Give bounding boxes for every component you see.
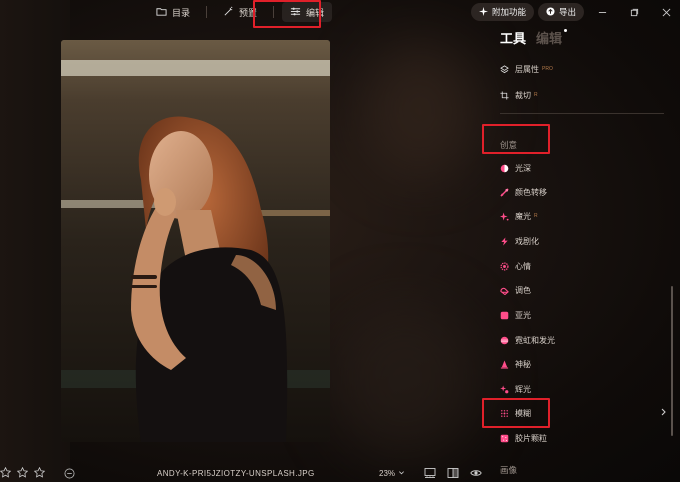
compare-icon[interactable] [447,467,459,479]
tool-blur[interactable]: 模糊 [500,404,670,422]
panel-divider [500,113,664,114]
tool-label: 胶片颗粒 [515,433,547,443]
reject-icon[interactable] [64,468,75,479]
tool-label: 颜色转移 [515,187,547,197]
tool-toning[interactable]: 调色 [500,281,670,299]
neon-glow-icon [500,336,509,345]
light-depth-icon [500,164,509,173]
tool-glow[interactable]: 辉光 [500,380,670,398]
film-grain-icon [500,434,509,443]
export-label: 导出 [558,7,576,17]
magic-wand-icon [223,6,234,19]
nav-catalog-label: 目录 [172,7,191,18]
tab-tools[interactable]: 工具 [500,28,526,47]
panel-tabs: 工具 编辑 [500,28,568,47]
layers-icon [500,64,509,74]
toning-icon [500,286,509,295]
tool-mystical[interactable]: 神秘 [500,355,670,373]
nav-catalog[interactable]: 目录 [148,2,198,22]
nav-presets[interactable]: 预置 [215,2,265,22]
nav-edit[interactable]: 编辑 [282,2,333,22]
tool-label: 调色 [515,285,531,295]
tool-label: 亚光 [515,310,531,320]
glow-icon [500,384,509,394]
addons-label: 附加功能 [491,7,526,17]
folder-icon [156,6,167,19]
addons-button[interactable]: 附加功能 [470,3,534,21]
chevron-right-icon[interactable] [659,407,668,417]
sliders-icon [290,6,301,19]
eye-icon[interactable] [470,467,482,479]
filmstrip-icon[interactable] [424,467,436,479]
tool-label: 裁切 [515,90,531,100]
crop-icon [500,90,509,100]
background-left [0,0,70,482]
rating-stars [0,467,45,478]
tool-label: 神秘 [515,359,531,369]
tool-film-grain[interactable]: 胶片颗粒 [500,429,670,447]
nav-divider [273,6,275,18]
minimize-button[interactable] [588,1,616,23]
restore-button[interactable] [620,1,648,23]
pro-badge: PRO [542,66,553,72]
star-icon[interactable] [34,467,45,478]
background-blur [360,40,480,180]
tool-crop[interactable]: 裁切 R [500,86,670,104]
section-creative-title[interactable]: 创意 [500,139,517,151]
magic-light-icon [500,211,509,221]
restore-icon [630,8,638,16]
tool-neon-glow[interactable]: 霓虹和发光 [500,331,670,349]
tool-label: 戏剧化 [515,236,539,246]
tool-label: 辉光 [515,384,531,394]
bottom-bar: ANDY-K-PRI5JZIOTZY-UNSPLASH.JPG 23% [0,464,680,482]
tool-label: 层属性 [515,64,539,74]
shortcut-badge: R [534,213,538,219]
color-transfer-icon [500,187,509,197]
photo-preview[interactable] [61,40,330,442]
tool-layer-properties[interactable]: 层属性 PRO [500,60,670,78]
matte-icon [500,311,509,320]
tool-label: 心情 [515,261,531,271]
zoom-value: 23% [379,469,396,478]
close-button[interactable] [652,1,680,23]
star-icon[interactable] [17,467,28,478]
portrait-image [61,40,330,442]
export-button[interactable]: 导出 [537,3,584,21]
tool-matte[interactable]: 亚光 [500,306,670,324]
shortcut-badge: R [534,92,538,98]
star-icon[interactable] [0,467,11,478]
tab-edit-label: 编辑 [536,31,563,46]
nav-presets-label: 预置 [239,7,258,18]
chevron-down-icon [399,471,405,475]
main-nav: 目录 预置 编辑 [148,0,333,24]
tool-dramatic[interactable]: 戏剧化 [500,232,670,250]
sparkle-icon [478,6,488,18]
tool-light-depth[interactable]: 光深 [500,159,670,177]
blur-icon [500,409,509,418]
tool-label: 魔光 [515,211,531,221]
tool-magic-light[interactable]: 魔光 R [500,207,670,225]
tool-label: 模糊 [515,408,531,418]
tool-color-transfer[interactable]: 颜色转移 [500,183,670,201]
tool-mood[interactable]: 心情 [500,257,670,275]
nav-divider [206,6,208,18]
mood-icon [500,261,509,271]
notification-dot [564,29,568,32]
tools-panel: 工具 编辑 层属性 PRO 裁切 R 创意 光深 颜色转移 魔光 R 戏剧化 心… [478,24,680,482]
minimize-icon [598,11,606,13]
close-icon [662,8,670,16]
tool-label: 霓虹和发光 [515,335,555,345]
tool-label: 光深 [515,163,531,173]
background-blur [330,300,480,460]
panel-scrollbar[interactable] [671,286,673,436]
top-bar: 目录 预置 编辑 附加功能 导出 [0,0,680,24]
mystical-icon [500,359,509,369]
zoom-dropdown[interactable]: 23% [379,469,405,478]
dramatic-icon [500,236,509,246]
top-right-controls: 附加功能 导出 [470,0,680,24]
export-icon [546,6,555,18]
nav-edit-label: 编辑 [306,7,325,18]
file-name: ANDY-K-PRI5JZIOTZY-UNSPLASH.JPG [157,469,315,478]
tab-edit[interactable]: 编辑 [536,28,568,47]
